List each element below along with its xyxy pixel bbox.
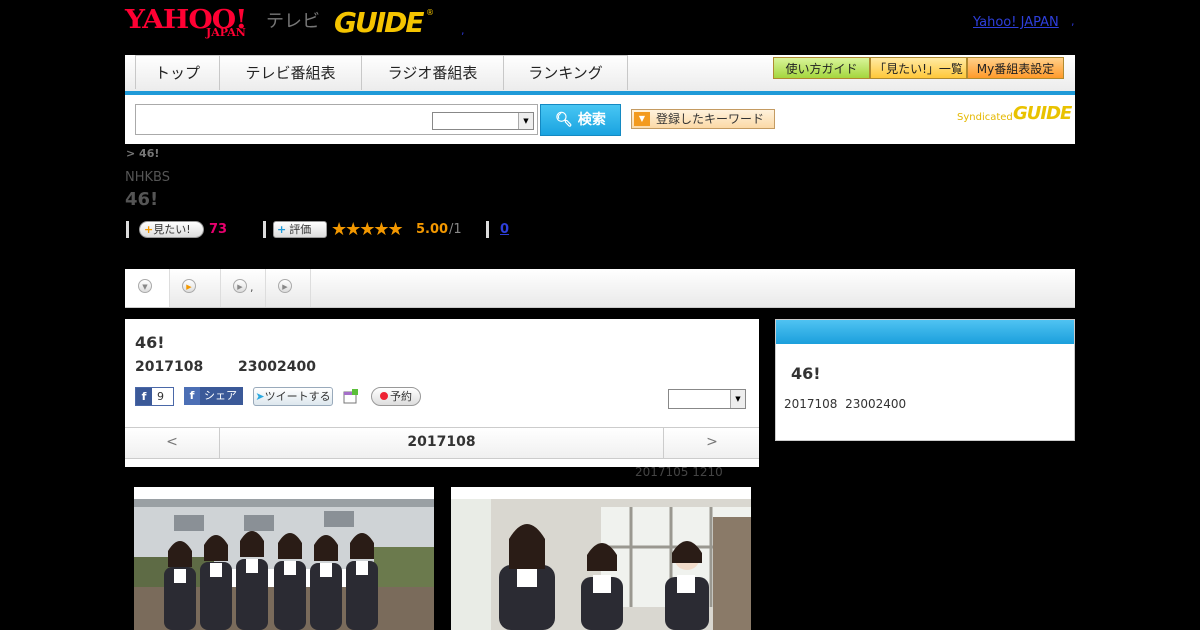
reminder-select[interactable]: ▼	[668, 389, 746, 409]
program-tabs: ▼ ▶ , ▶ ▶	[125, 269, 1075, 308]
header-separator-right: ,	[1071, 15, 1075, 28]
search-area: ▼ 🔍︎ 検索 ▼ 登録したキーワード Syndicated GUIDE	[125, 95, 1075, 144]
chevron-down-icon: ▼	[518, 113, 533, 129]
next-date-button[interactable]: >	[663, 428, 760, 458]
nav-left-edge	[125, 55, 136, 89]
reserve-button[interactable]: 予約	[371, 387, 421, 406]
facebook-icon: f	[136, 388, 152, 405]
page-title: 46!	[125, 189, 159, 210]
yahoo-logo-subtext: JAPAN	[206, 26, 246, 39]
tab-second[interactable]: ▶ ,	[170, 269, 254, 307]
record-icon	[380, 392, 388, 400]
mitai-list-button[interactable]: 「見たい!」一覧	[870, 57, 967, 79]
program-title: 46!	[135, 333, 165, 352]
play-icon: ▶	[233, 279, 247, 293]
rate-label: 評価	[289, 223, 312, 236]
program-photo-2[interactable]	[451, 487, 751, 630]
date-navigation: < 2017108 >	[125, 427, 759, 459]
yahoo-japan-link[interactable]: Yahoo! JAPAN	[973, 15, 1059, 30]
dropdown-triangle-icon: ▼	[634, 112, 650, 126]
side-program-panel: 46! 2017108 23002400	[775, 319, 1075, 441]
play-icon: ▶	[182, 279, 196, 293]
facebook-share-button[interactable]: f シェア	[184, 387, 243, 405]
star-rating-icon: ★★★★★	[331, 219, 404, 240]
yahoo-japan-logo[interactable]: YAHOO! JAPAN	[125, 4, 265, 42]
gguide-logo[interactable]: GUIDE ®	[334, 6, 434, 42]
chevron-down-icon: ▼	[730, 390, 745, 408]
nav-tab-tv-schedule[interactable]: テレビ番組表	[220, 55, 362, 90]
program-photo-1[interactable]	[134, 487, 434, 630]
tweet-label: ツイートする	[264, 390, 331, 403]
nav-tab-ranking[interactable]: ランキング	[504, 55, 628, 90]
group-photo-image	[134, 487, 434, 630]
channel-name: NHKBS	[125, 170, 170, 185]
plus-icon: +	[144, 223, 154, 236]
side-program-date: 2017108	[784, 397, 838, 411]
facebook-like-count: 9	[157, 390, 164, 403]
rate-button[interactable]: + 評価	[273, 221, 327, 238]
tv-logo-text[interactable]: テレビ	[266, 7, 320, 33]
twitter-bird-icon: ➤	[255, 390, 265, 403]
rating-score: 5.00	[416, 222, 449, 237]
search-button[interactable]: 🔍︎ 検索	[540, 104, 621, 136]
facebook-icon: f	[184, 387, 200, 405]
updated-timestamp: 2017105 1210	[635, 465, 723, 479]
divider	[486, 221, 489, 238]
syndicated-label: Syndicated	[957, 112, 1013, 123]
calendar-add-icon[interactable]	[343, 389, 358, 404]
divider	[126, 221, 129, 238]
tweet-button[interactable]: ➤ツイートする	[253, 387, 333, 406]
side-program-time: 23002400	[845, 397, 907, 411]
registered-mark: ®	[426, 8, 434, 17]
side-program-datetime: 2017108 23002400	[784, 397, 906, 411]
facebook-like-button[interactable]: f9	[135, 387, 174, 406]
search-icon: 🔍︎	[555, 112, 573, 128]
search-category-select[interactable]: ▼	[432, 112, 534, 130]
syndicated-gguide-logo: GUIDE	[1013, 103, 1072, 124]
prev-date-button[interactable]: <	[125, 428, 220, 458]
tab-fourth[interactable]: ▶	[266, 269, 311, 307]
header-separator: ,	[461, 24, 465, 37]
registered-keyword-label: 登録したキーワード	[656, 112, 765, 126]
chevron-down-icon: ▼	[138, 279, 152, 293]
search-button-label: 検索	[577, 112, 606, 128]
hallway-photo-image	[451, 487, 751, 630]
breadcrumb: > 46!	[126, 147, 160, 160]
gguide-logo-text: GUIDE	[334, 6, 425, 39]
nav-tab-top[interactable]: トップ	[136, 55, 220, 90]
play-icon: ▶	[278, 279, 292, 293]
side-panel-header	[776, 320, 1074, 344]
mitai-label: 見たい!	[153, 223, 191, 236]
side-program-title: 46!	[791, 364, 821, 383]
current-date: 2017108	[407, 434, 476, 450]
mitai-count[interactable]: 73	[209, 222, 227, 237]
global-nav: トップ テレビ番組表 ラジオ番組表 ランキング 使い方ガイド 「見たい!」一覧 …	[125, 55, 1075, 91]
nav-tab-radio-schedule[interactable]: ラジオ番組表	[362, 55, 504, 90]
program-detail-panel: 46! 2017108 23002400 f9 f シェア ➤ツイートする 予約 …	[125, 319, 759, 467]
divider	[263, 221, 266, 238]
program-time: 23002400	[238, 359, 316, 375]
registered-keyword-button[interactable]: ▼ 登録したキーワード	[631, 109, 775, 129]
reviews-link[interactable]: 0	[500, 222, 509, 237]
facebook-share-label: シェア	[204, 389, 237, 402]
my-schedule-settings-button[interactable]: My番組表設定	[967, 57, 1064, 79]
reserve-label: 予約	[390, 390, 412, 403]
rating-count: /1	[449, 222, 462, 237]
tab-detail[interactable]: ▼	[125, 269, 170, 307]
program-date: 2017108	[135, 359, 204, 375]
tab-third[interactable]: ▶	[221, 269, 266, 307]
mitai-button[interactable]: +見たい!	[139, 221, 204, 238]
plus-icon: +	[277, 223, 287, 236]
guide-button[interactable]: 使い方ガイド	[773, 57, 870, 79]
